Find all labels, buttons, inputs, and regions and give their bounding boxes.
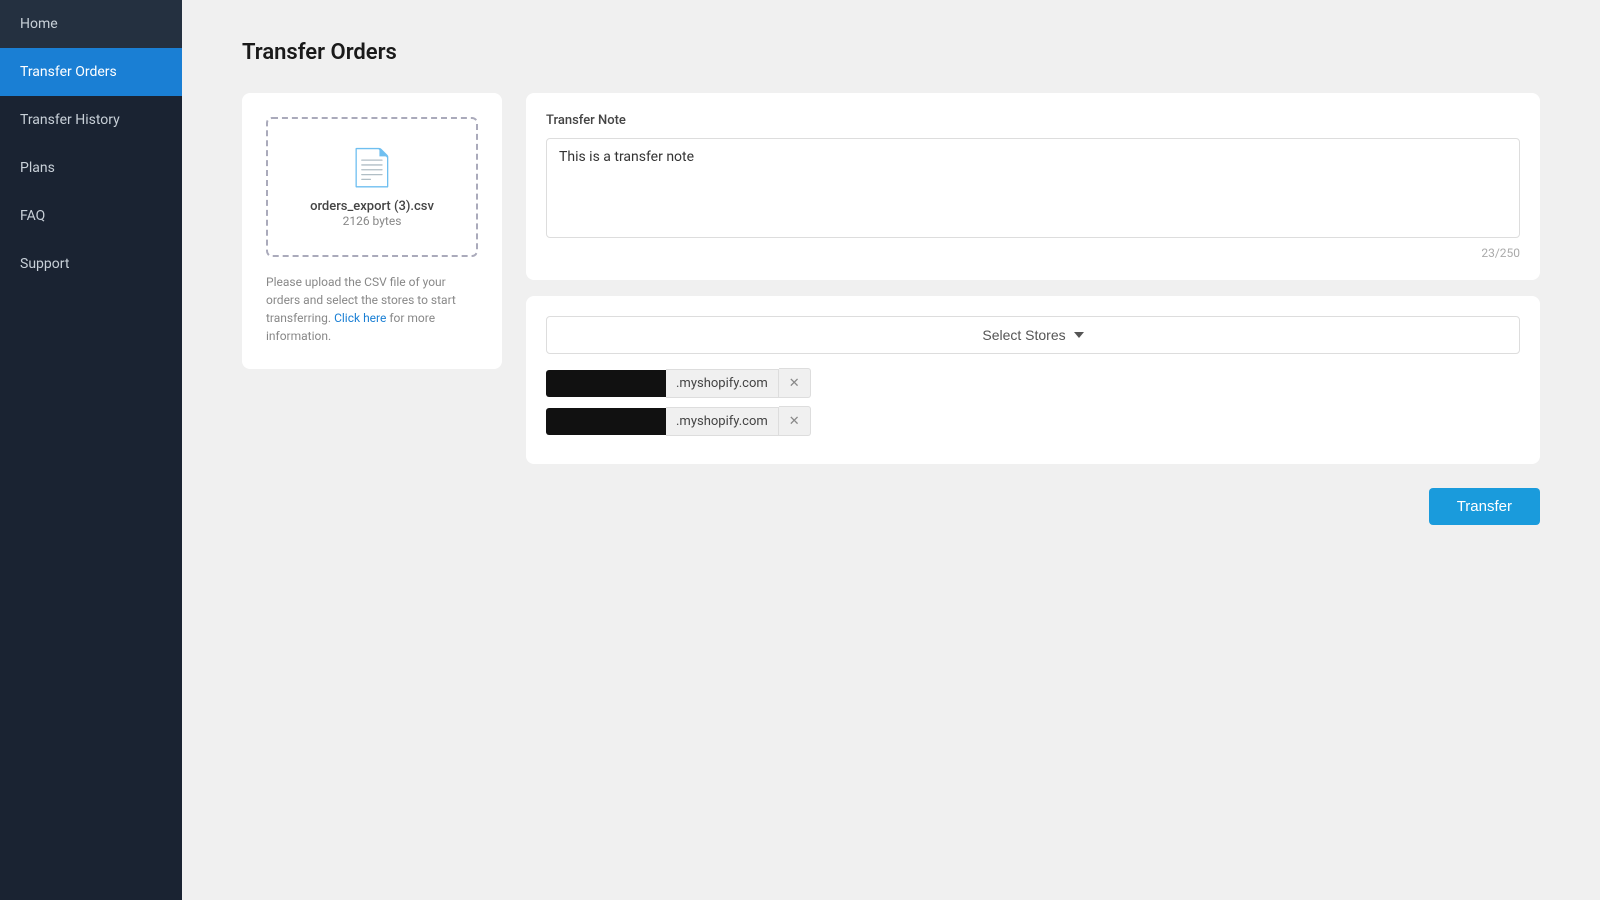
sidebar-item-plans[interactable]: Plans [0, 144, 182, 192]
transfer-btn-row: Transfer [526, 488, 1540, 525]
page-title: Transfer Orders [242, 40, 1540, 65]
store-tag-domain-2: .myshopify.com [666, 407, 779, 436]
sidebar-item-transfer-orders[interactable]: Transfer Orders [0, 48, 182, 96]
sidebar: Home Transfer Orders Transfer History Pl… [0, 0, 182, 900]
store-tag-remove-1[interactable]: ✕ [779, 368, 811, 398]
store-tag-name-1 [546, 370, 666, 397]
right-panel: Transfer Note This is a transfer note 23… [526, 93, 1540, 525]
store-tag-1: .myshopify.com ✕ [546, 368, 1520, 398]
file-icon: 📄 [350, 147, 395, 189]
click-here-link[interactable]: Click here [334, 311, 386, 325]
sidebar-item-faq[interactable]: FAQ [0, 192, 182, 240]
chevron-down-icon [1074, 332, 1084, 338]
select-stores-card: Select Stores .myshopify.com ✕ .myshopif… [526, 296, 1540, 464]
sidebar-item-transfer-history[interactable]: Transfer History [0, 96, 182, 144]
drop-zone[interactable]: 📄 orders_export (3).csv 2126 bytes [266, 117, 478, 257]
upload-instruction: Please upload the CSV file of your order… [266, 273, 478, 345]
store-tag-2: .myshopify.com ✕ [546, 406, 1520, 436]
main-content: Transfer Orders 📄 orders_export (3).csv … [182, 0, 1600, 900]
store-tag-remove-2[interactable]: ✕ [779, 406, 811, 436]
transfer-note-textarea[interactable]: This is a transfer note [546, 138, 1520, 238]
file-name: orders_export (3).csv [310, 199, 434, 214]
store-tag-name-2 [546, 408, 666, 435]
select-stores-button[interactable]: Select Stores [546, 316, 1520, 354]
store-tag-domain-1: .myshopify.com [666, 369, 779, 398]
transfer-button[interactable]: Transfer [1429, 488, 1540, 525]
char-count: 23/250 [546, 246, 1520, 260]
file-size: 2126 bytes [343, 214, 402, 228]
sidebar-item-support[interactable]: Support [0, 240, 182, 288]
transfer-note-card: Transfer Note This is a transfer note 23… [526, 93, 1540, 280]
content-row: 📄 orders_export (3).csv 2126 bytes Pleas… [242, 93, 1540, 525]
upload-card: 📄 orders_export (3).csv 2126 bytes Pleas… [242, 93, 502, 369]
transfer-note-label: Transfer Note [546, 113, 1520, 128]
sidebar-item-home[interactable]: Home [0, 0, 182, 48]
